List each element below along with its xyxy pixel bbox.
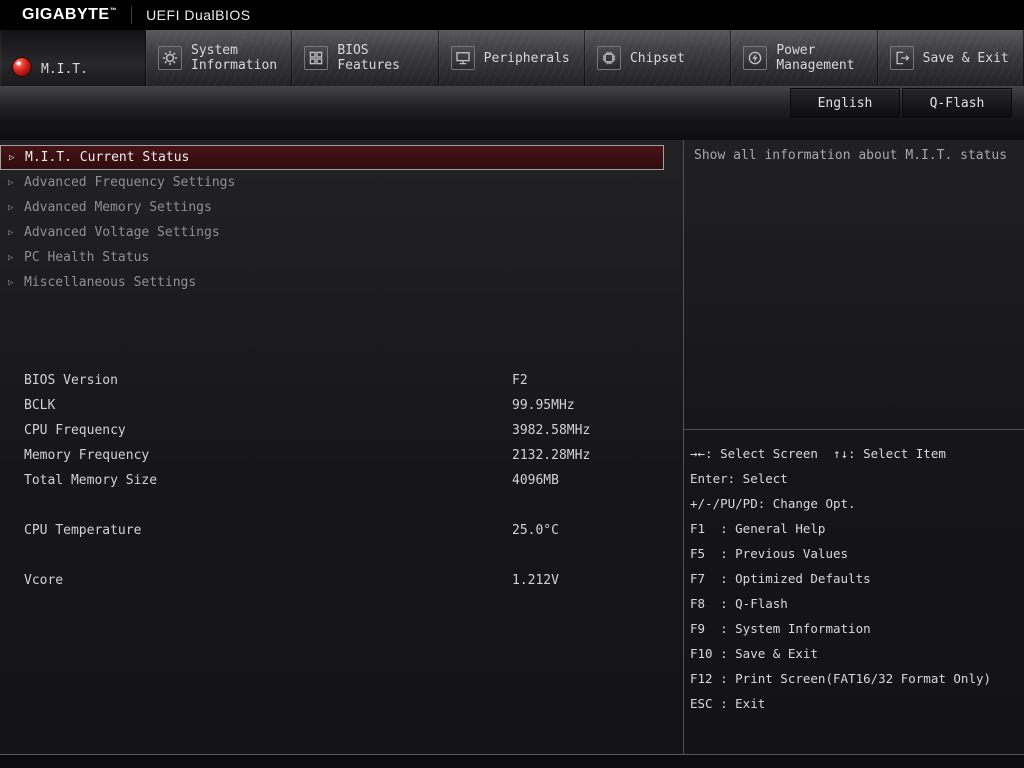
key-line: F10 : Save & Exit: [690, 641, 1018, 666]
menu-item-advanced-voltage-settings[interactable]: ▷ Advanced Voltage Settings: [0, 220, 683, 245]
gigabyte-logo: GIGABYTE™: [22, 6, 117, 24]
tab-bios-features[interactable]: BIOS Features: [292, 30, 438, 86]
tab-label: Power Management: [776, 43, 872, 73]
info-label: Vcore: [24, 568, 512, 593]
menu-item-mit-current-status[interactable]: ▷ M.I.T. Current Status: [0, 145, 664, 170]
trademark-symbol: ™: [110, 8, 118, 15]
system-info-list: BIOS VersionF2 BCLK99.95MHz CPU Frequenc…: [0, 368, 683, 593]
help-description: Show all information about M.I.T. status: [684, 140, 1024, 430]
topbar: GIGABYTE™ UEFI DualBIOS: [0, 0, 1024, 30]
menu-item-label: M.I.T. Current Status: [25, 150, 189, 165]
tab-power-management[interactable]: Power Management: [731, 30, 877, 86]
info-row-total-memory-size: Total Memory Size4096MB: [0, 468, 683, 493]
key-line: F5 : Previous Values: [690, 541, 1018, 566]
info-value: 3982.58MHz: [512, 423, 590, 438]
info-label: Total Memory Size: [24, 468, 512, 493]
main-area: ▷ M.I.T. Current Status ▷ Advanced Frequ…: [0, 140, 1024, 755]
bios-features-grid-icon: [304, 46, 328, 70]
info-label: CPU Temperature: [24, 518, 512, 543]
key-line: F1 : General Help: [690, 516, 1018, 541]
gap-strip: [0, 120, 1024, 140]
info-value: 1.212V: [512, 573, 559, 588]
menu-item-label: Advanced Memory Settings: [24, 200, 212, 215]
menu-item-label: Miscellaneous Settings: [24, 275, 196, 290]
info-row-vcore: Vcore1.212V: [0, 568, 683, 593]
key-line: F8 : Q-Flash: [690, 591, 1018, 616]
menu-item-label: Advanced Frequency Settings: [24, 175, 235, 190]
info-label: BIOS Version: [24, 368, 512, 393]
tab-label: BIOS Features: [337, 43, 433, 73]
info-row-cpu-frequency: CPU Frequency3982.58MHz: [0, 418, 683, 443]
system-information-gear-icon: [158, 46, 182, 70]
help-panel: Show all information about M.I.T. status…: [683, 140, 1024, 754]
tabbar: M.I.T. System Information BIOS Features …: [0, 30, 1024, 86]
menu-item-miscellaneous-settings[interactable]: ▷ Miscellaneous Settings: [0, 270, 683, 295]
tab-mit[interactable]: M.I.T.: [0, 30, 146, 86]
submenu-triangle-icon: ▷: [8, 178, 24, 188]
tab-label: Peripherals: [484, 51, 580, 66]
key-line: ESC : Exit: [690, 691, 1018, 716]
chipset-chip-icon: [597, 46, 621, 70]
submenu-triangle-icon: ▷: [8, 203, 24, 213]
submenu-triangle-icon: ▷: [8, 228, 24, 238]
menu-item-pc-health-status[interactable]: ▷ PC Health Status: [0, 245, 683, 270]
info-row-bclk: BCLK99.95MHz: [0, 393, 683, 418]
info-row-memory-frequency: Memory Frequency2132.28MHz: [0, 443, 683, 468]
menu-item-advanced-memory-settings[interactable]: ▷ Advanced Memory Settings: [0, 195, 683, 220]
info-label: BCLK: [24, 393, 512, 418]
info-label: Memory Frequency: [24, 443, 512, 468]
language-button[interactable]: English: [790, 88, 900, 118]
info-value: 25.0°C: [512, 523, 559, 538]
menu-item-label: PC Health Status: [24, 250, 149, 265]
key-line: F7 : Optimized Defaults: [690, 566, 1018, 591]
menu-item-label: Advanced Voltage Settings: [24, 225, 220, 240]
info-value: F2: [512, 373, 528, 388]
info-row-cpu-temperature: CPU Temperature25.0°C: [0, 518, 683, 543]
power-management-bolt-icon: [743, 46, 767, 70]
peripherals-monitor-icon: [451, 46, 475, 70]
tab-peripherals[interactable]: Peripherals: [439, 30, 585, 86]
info-value: 99.95MHz: [512, 398, 575, 413]
submenu-triangle-icon: ▷: [8, 253, 24, 263]
page-title: UEFI DualBIOS: [146, 7, 251, 23]
tab-label: M.I.T.: [41, 62, 137, 77]
bottom-strip: [0, 755, 1024, 768]
key-line: F12 : Print Screen(FAT16/32 Format Only): [690, 666, 1018, 691]
utility-strip: English Q-Flash: [0, 86, 1024, 120]
save-exit-door-icon: [890, 46, 914, 70]
key-line: +/-/PU/PD: Change Opt.: [690, 491, 1018, 516]
menu-list: ▷ M.I.T. Current Status ▷ Advanced Frequ…: [0, 145, 683, 295]
key-line: Enter: Select: [690, 466, 1018, 491]
key-line: F9 : System Information: [690, 616, 1018, 641]
menu-item-advanced-frequency-settings[interactable]: ▷ Advanced Frequency Settings: [0, 170, 683, 195]
settings-panel: ▷ M.I.T. Current Status ▷ Advanced Frequ…: [0, 140, 683, 754]
info-value: 2132.28MHz: [512, 448, 590, 463]
tab-save-exit[interactable]: Save & Exit: [878, 30, 1024, 86]
mit-logo-icon: [12, 57, 32, 77]
tab-label: Save & Exit: [923, 51, 1019, 66]
qflash-button[interactable]: Q-Flash: [902, 88, 1012, 118]
tab-label: Chipset: [630, 51, 726, 66]
info-row-bios-version: BIOS VersionF2: [0, 368, 683, 393]
info-value: 4096MB: [512, 473, 559, 488]
info-label: CPU Frequency: [24, 418, 512, 443]
tab-chipset[interactable]: Chipset: [585, 30, 731, 86]
submenu-triangle-icon: ▷: [8, 278, 24, 288]
topbar-divider: [131, 6, 132, 24]
tab-label: System Information: [191, 43, 287, 73]
tab-system-information[interactable]: System Information: [146, 30, 292, 86]
help-keys-legend: →←: Select Screen ↑↓: Select Item Enter:…: [684, 430, 1024, 716]
key-line: →←: Select Screen ↑↓: Select Item: [690, 441, 1018, 466]
submenu-triangle-icon: ▷: [9, 153, 25, 163]
